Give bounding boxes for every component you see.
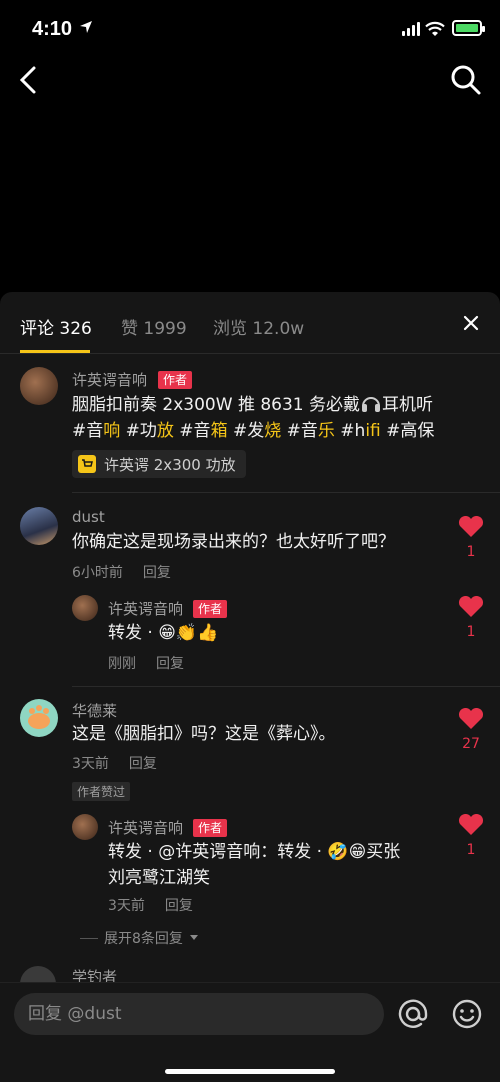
reply-text: 转发 · @许英谔音响：转发 · 🤣😁买张 刘亮鹭江湖笑	[108, 839, 448, 891]
comment-text: 你确定这是现场录出来的？也太好听了吧？	[72, 532, 395, 552]
comment-meta: 6小时前 回复	[72, 562, 191, 582]
dash-line	[80, 937, 98, 939]
like-count: 1	[466, 624, 476, 640]
like-button[interactable]: 27	[456, 707, 486, 752]
author-name[interactable]: 许英谔音响	[72, 369, 147, 390]
chevron-down-icon	[189, 935, 198, 940]
heart-icon	[458, 595, 484, 617]
comment-author[interactable]: 华德莱	[72, 700, 117, 721]
heart-icon	[458, 707, 484, 729]
at-mention-icon[interactable]	[396, 997, 430, 1031]
avatar[interactable]	[72, 595, 98, 621]
product-label: 许英谔 2x300 功放	[104, 455, 236, 474]
tab-likes[interactable]: 赞 1999	[121, 314, 187, 339]
battery-icon	[452, 20, 485, 36]
reply-text-line2: 刘亮鹭江湖笑	[108, 868, 210, 888]
expand-replies-button[interactable]: 展开8条回复	[80, 928, 199, 948]
tab-comments[interactable]: 评论 326	[20, 314, 92, 339]
author-badge: 作者	[158, 371, 193, 389]
like-button[interactable]: 1	[456, 595, 486, 640]
comment-tabs: 评论 326 赞 1999 浏览 12.0w	[0, 292, 500, 354]
reply-input[interactable]	[14, 993, 384, 1035]
status-bar: 4:10	[0, 0, 500, 56]
emoji-icon[interactable]	[450, 997, 484, 1031]
cart-icon	[78, 455, 96, 473]
reply-button[interactable]: 回复	[156, 656, 184, 672]
expand-label: 展开8条回复	[104, 931, 183, 947]
author-badge: 作者	[193, 819, 228, 837]
location-arrow-icon	[80, 21, 92, 33]
reply-time: 3天前	[108, 898, 145, 914]
avatar[interactable]	[72, 814, 98, 840]
comment-time: 6小时前	[72, 565, 123, 581]
reply-author[interactable]: 许英谔音响	[108, 598, 183, 619]
reply-author[interactable]: 许英谔音响	[108, 817, 183, 838]
comment-meta: 3天前 回复	[72, 753, 177, 773]
headphones-icon	[362, 397, 381, 412]
reply-time: 刚刚	[108, 656, 136, 672]
comment-sheet: 评论 326 赞 1999 浏览 12.0w 许英谔音响 作者 胭脂扣前奏 2x…	[0, 292, 500, 1082]
like-button[interactable]: 1	[456, 813, 486, 858]
like-count: 1	[466, 544, 476, 560]
post-text: 胭脂扣前奏 2x300W 推 8631 务必戴 耳机听 #音响 #功放 #音箱 #…	[72, 392, 492, 444]
heart-icon	[458, 813, 484, 835]
comment-text: 这是《胭脂扣》吗？这是《葬心》。	[72, 724, 336, 744]
reply-button[interactable]: 回复	[143, 565, 171, 581]
divider	[72, 686, 500, 687]
reply-meta: 3天前 回复	[108, 895, 213, 915]
like-count: 27	[462, 736, 480, 752]
heart-icon	[458, 515, 484, 537]
close-icon[interactable]	[462, 314, 480, 332]
back-icon[interactable]	[14, 62, 44, 98]
reply-text-line1: 转发 · @许英谔音响：转发 · 🤣😁买张	[108, 842, 401, 862]
tab-underline	[20, 350, 90, 353]
author-badge: 作者	[193, 600, 228, 618]
comment-author[interactable]: dust	[72, 508, 105, 526]
home-indicator	[165, 1069, 335, 1074]
divider	[72, 492, 500, 493]
wifi-icon	[425, 21, 445, 36]
avatar[interactable]	[20, 507, 58, 545]
like-button[interactable]: 1	[456, 515, 486, 560]
reply-bar	[0, 982, 500, 1082]
reply-text: 转发 · 😁👏👍	[108, 623, 219, 643]
post-line1-tail: 耳机听	[382, 395, 434, 415]
reply-button[interactable]: 回复	[129, 756, 157, 772]
search-icon[interactable]	[450, 64, 482, 96]
avatar[interactable]	[20, 367, 58, 405]
comment-time: 3天前	[72, 756, 109, 772]
avatar[interactable]	[20, 699, 58, 737]
tab-views[interactable]: 浏览 12.0w	[213, 314, 304, 339]
post-line1: 胭脂扣前奏 2x300W 推 8631 务必戴	[72, 395, 361, 415]
product-link[interactable]: 许英谔 2x300 功放	[72, 450, 246, 478]
status-time: 4:10	[32, 18, 73, 40]
post-tags: #音响 #功放 #音箱 #发烧 #音乐 #hifi #高保	[72, 421, 435, 441]
like-count: 1	[466, 842, 476, 858]
reply-button[interactable]: 回复	[165, 898, 193, 914]
cellular-signal-icon	[402, 22, 420, 36]
reply-meta: 刚刚 回复	[108, 653, 204, 673]
author-liked-badge: 作者赞过	[72, 782, 131, 801]
